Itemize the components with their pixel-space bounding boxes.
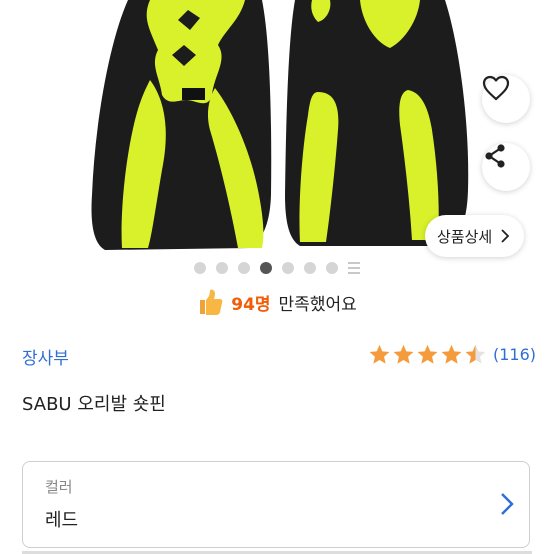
gallery-pagination xyxy=(0,262,554,274)
gallery-list-icon[interactable] xyxy=(348,262,360,274)
chevron-right-icon xyxy=(501,229,510,243)
rating-star xyxy=(465,344,486,364)
heart-icon xyxy=(482,75,510,101)
share-icon xyxy=(485,144,505,168)
share-button[interactable] xyxy=(482,143,530,191)
option-label: 컬러 xyxy=(45,478,73,496)
rating-stars xyxy=(368,343,487,366)
rating-summary[interactable]: (116) xyxy=(368,343,536,366)
color-option-selector[interactable]: 컬러 레드 xyxy=(22,461,530,548)
review-count[interactable]: (116) xyxy=(493,345,536,364)
pagination-dot-active[interactable] xyxy=(260,262,272,274)
rating-star xyxy=(441,344,462,364)
pagination-dot[interactable] xyxy=(216,262,228,274)
chevron-right-icon xyxy=(501,493,514,515)
like-button[interactable] xyxy=(482,75,530,123)
pagination-dot[interactable] xyxy=(304,262,316,274)
brand-link[interactable]: 장사부 xyxy=(22,344,69,369)
satisfaction-count: 94명 xyxy=(231,294,271,315)
rating-star xyxy=(393,344,414,364)
satisfaction-summary: 94명 만족했어요 xyxy=(0,288,554,316)
rating-star xyxy=(369,344,390,364)
rating-star xyxy=(417,344,438,364)
thumbs-up-icon xyxy=(200,289,223,315)
pagination-dot[interactable] xyxy=(326,262,338,274)
pagination-dot[interactable] xyxy=(282,262,294,274)
option-value: 레드 xyxy=(45,510,79,531)
product-detail-button[interactable]: 상품상세 xyxy=(425,215,525,257)
satisfaction-text: 만족했어요 xyxy=(278,294,357,315)
product-detail-label: 상품상세 xyxy=(437,227,493,246)
pagination-dot[interactable] xyxy=(238,262,250,274)
pagination-dot[interactable] xyxy=(194,262,206,274)
product-name: SABU 오리발 숏핀 xyxy=(22,394,166,415)
